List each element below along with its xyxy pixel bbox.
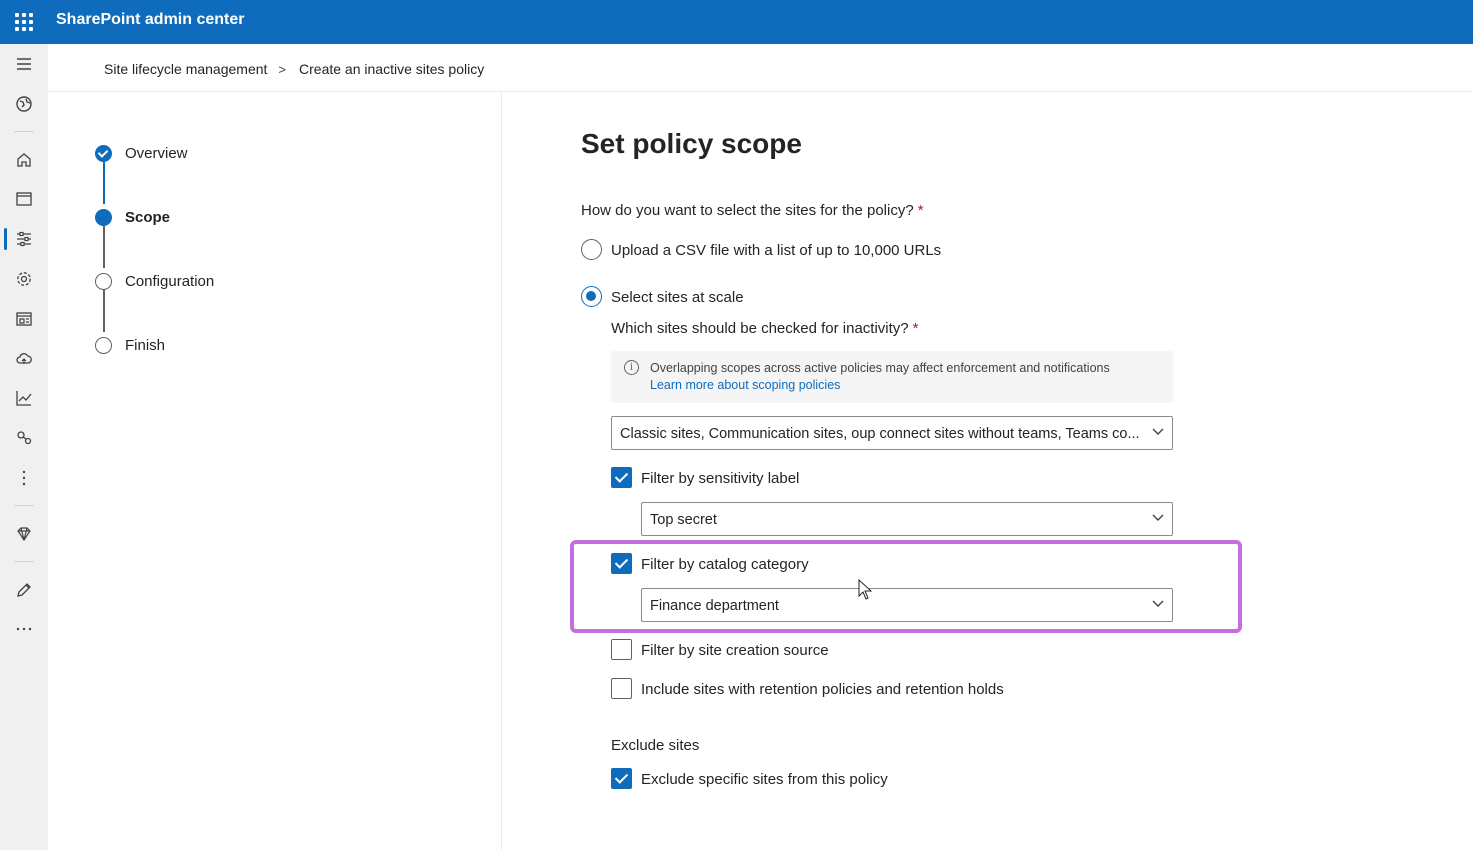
step-pending-icon (95, 337, 112, 354)
required-mark: * (912, 320, 919, 337)
sensitivity-label-label[interactable]: Filter by sensitivity label (641, 470, 799, 487)
step-label: Finish (125, 337, 166, 354)
info-icon: i (624, 360, 639, 375)
step-label: Overview (125, 145, 188, 162)
step-connector (103, 162, 105, 204)
site-types-dropdown[interactable]: Classic sites, Communication sites, oup … (611, 416, 1173, 450)
step-scope[interactable]: Scope (95, 209, 170, 226)
step-connector (103, 290, 105, 332)
sensitivity-label-dropdown[interactable]: Top secret (641, 502, 1173, 536)
nav-divider (14, 561, 34, 562)
left-nav (0, 44, 48, 850)
step-complete-icon (95, 145, 112, 162)
step-connector (103, 226, 105, 268)
info-text: Overlapping scopes across active policie… (650, 361, 1110, 375)
page-title: Set policy scope (581, 128, 802, 159)
content-services-icon[interactable] (14, 309, 34, 329)
migration-icon[interactable] (14, 349, 34, 369)
mouse-cursor-icon (858, 579, 872, 600)
exclude-sites-label[interactable]: Exclude specific sites from this policy (641, 771, 888, 788)
ellipsis-icon[interactable] (14, 619, 34, 639)
question-text: Which sites should be checked for inacti… (611, 320, 909, 337)
step-label: Configuration (125, 273, 215, 290)
step-label: Scope (125, 209, 171, 226)
nav-divider (14, 131, 34, 132)
hamburger-icon[interactable] (14, 54, 34, 74)
step-pending-icon (95, 273, 112, 290)
sensitivity-label-checkbox[interactable] (611, 467, 632, 488)
sites-inactivity-question: Which sites should be checked for inacti… (611, 320, 919, 337)
nav-active-indicator (4, 228, 7, 250)
sites-icon[interactable] (14, 189, 34, 209)
select-at-scale-label[interactable]: Select sites at scale (611, 289, 744, 306)
nav-divider (14, 505, 34, 506)
select-at-scale-radio[interactable] (581, 286, 602, 307)
app-title[interactable]: SharePoint admin center (56, 11, 245, 29)
retention-policies-label[interactable]: Include sites with retention policies an… (641, 681, 1004, 698)
step-current-icon (95, 209, 112, 226)
breadcrumb-current: Create an inactive sites policy (299, 61, 485, 77)
advanced-icon[interactable] (14, 428, 34, 448)
panel-divider (501, 92, 502, 850)
highlight-box (570, 540, 1242, 633)
info-message-bar: i Overlapping scopes across active polic… (611, 351, 1173, 403)
exclude-sites-heading: Exclude sites (611, 737, 700, 754)
upload-csv-label[interactable]: Upload a CSV file with a list of up to 1… (611, 242, 941, 259)
required-mark: * (917, 202, 924, 219)
upload-csv-radio[interactable] (581, 239, 602, 260)
top-bar: SharePoint admin center (0, 0, 1473, 44)
premium-icon[interactable] (14, 524, 34, 544)
breadcrumb-parent-link[interactable]: Site lifecycle management (104, 61, 267, 77)
globe-icon[interactable] (14, 94, 34, 114)
selection-method-question: How do you want to select the sites for … (581, 202, 924, 219)
dropdown-value: Top secret (650, 512, 717, 528)
chevron-down-icon (1152, 428, 1164, 435)
home-icon[interactable] (14, 150, 34, 170)
breadcrumb-separator: > (278, 61, 287, 77)
question-text: How do you want to select the sites for … (581, 202, 914, 219)
step-overview[interactable]: Overview (95, 145, 188, 162)
step-configuration[interactable]: Configuration (95, 273, 214, 290)
dropdown-value: Classic sites, Communication sites, oup … (620, 426, 1140, 442)
site-creation-source-checkbox[interactable] (611, 639, 632, 660)
retention-policies-checkbox[interactable] (611, 678, 632, 699)
step-finish[interactable]: Finish (95, 337, 165, 354)
more-icon[interactable] (14, 468, 34, 488)
customize-icon[interactable] (14, 580, 34, 600)
chevron-down-icon (1152, 514, 1164, 521)
header-divider (48, 91, 1473, 92)
learn-more-link[interactable]: Learn more about scoping policies (650, 378, 840, 392)
reports-icon[interactable] (14, 388, 34, 408)
app-launcher-icon[interactable] (15, 13, 33, 31)
breadcrumb: Site lifecycle management > Create an in… (104, 61, 484, 77)
exclude-sites-checkbox[interactable] (611, 768, 632, 789)
settings-icon[interactable] (14, 269, 34, 289)
site-creation-source-label[interactable]: Filter by site creation source (641, 642, 829, 659)
policies-icon[interactable] (14, 229, 34, 249)
